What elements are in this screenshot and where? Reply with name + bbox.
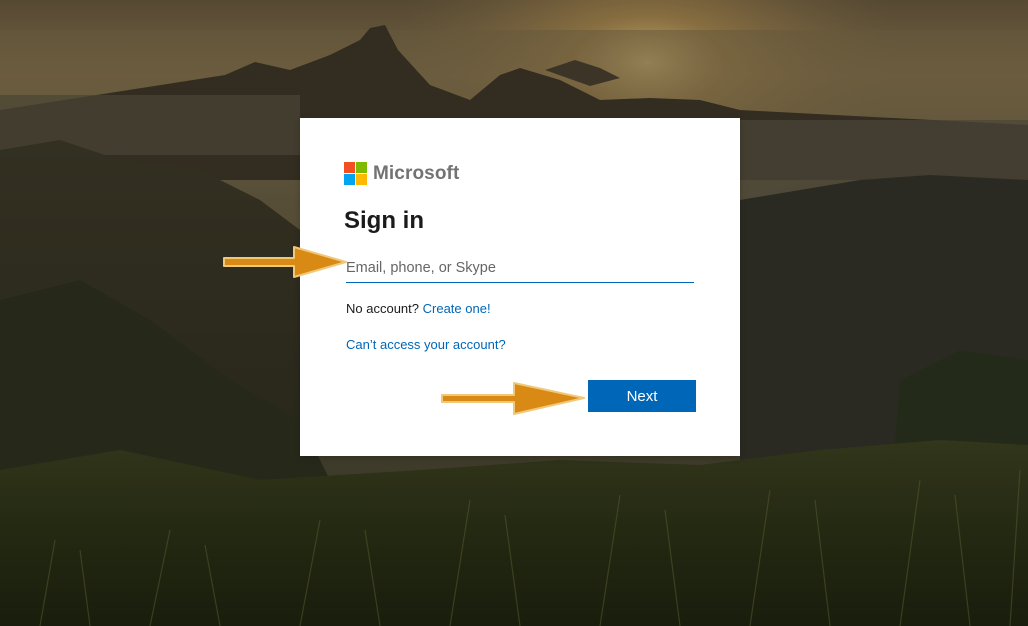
email-field[interactable] — [346, 253, 694, 283]
next-button[interactable]: Next — [588, 380, 696, 412]
logo-square-blue — [344, 174, 355, 185]
signin-card: Microsoft Sign in No account? Create one… — [300, 118, 740, 456]
logo-square-yellow — [356, 174, 367, 185]
brand-name: Microsoft — [373, 162, 460, 184]
no-account-label: No account? — [346, 301, 419, 316]
brand-header: Microsoft — [344, 162, 459, 185]
logo-square-red — [344, 162, 355, 173]
logo-square-green — [356, 162, 367, 173]
create-account-link[interactable]: Create one! — [423, 301, 491, 316]
no-account-row: No account? Create one! — [346, 301, 491, 316]
microsoft-logo-icon — [344, 162, 367, 185]
cant-access-account-link[interactable]: Can’t access your account? — [346, 337, 506, 352]
page-title: Sign in — [344, 207, 424, 234]
